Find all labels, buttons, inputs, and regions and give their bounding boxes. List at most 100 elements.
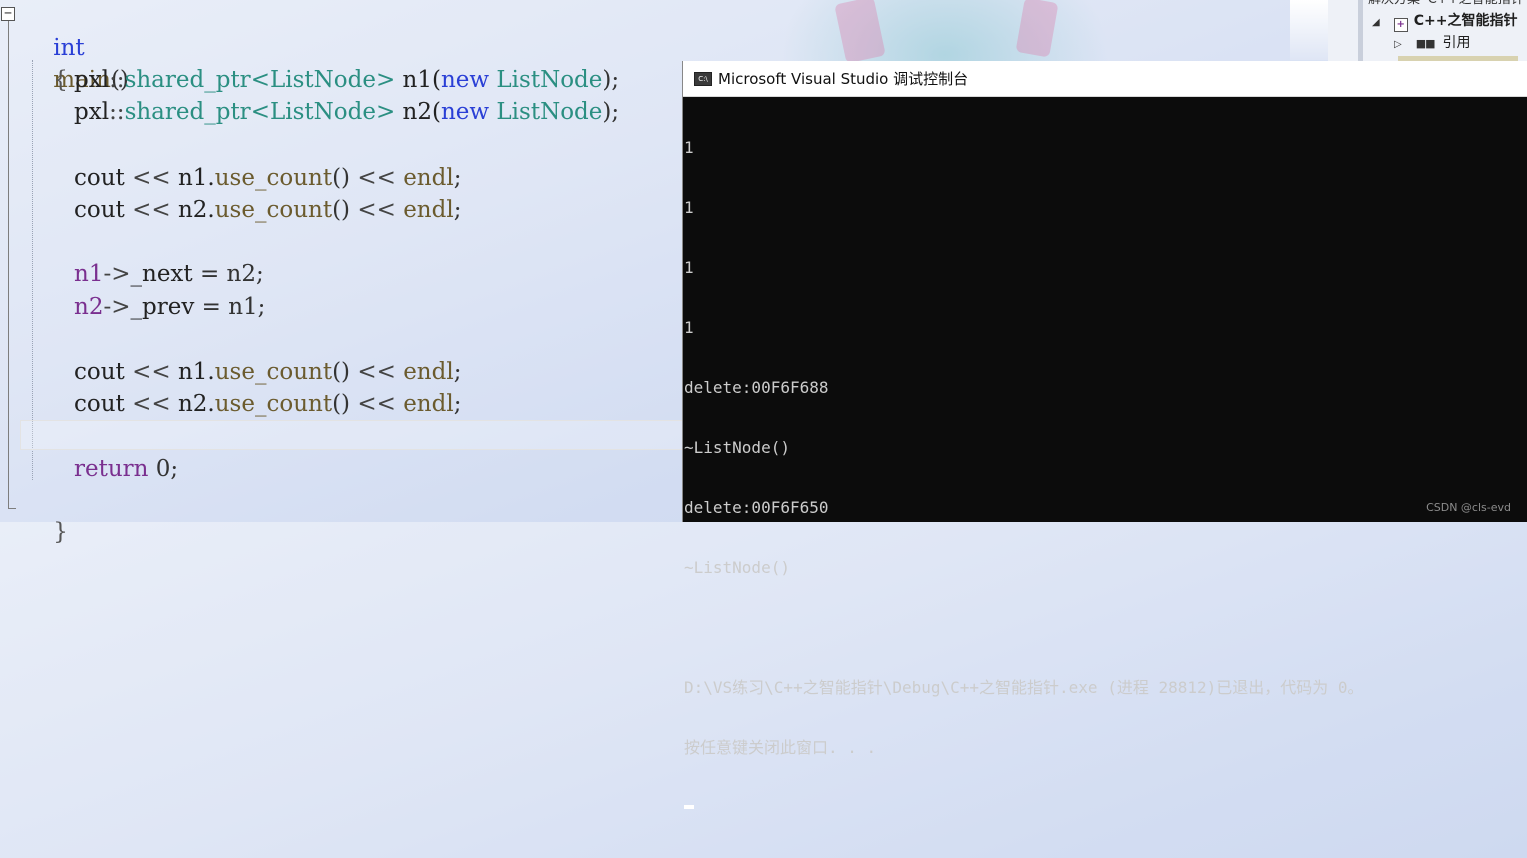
punctuation-token: ); — [602, 99, 620, 125]
project-icon: + — [1393, 18, 1408, 32]
identifier-token: endl — [403, 165, 454, 191]
collapse-toggle-icon[interactable]: − — [1, 7, 15, 21]
text-cursor — [684, 805, 694, 809]
type-token: ListNode — [489, 99, 603, 125]
identifier-token: n2 — [74, 294, 104, 320]
fold-guide-line — [8, 21, 9, 509]
expand-arrow-icon[interactable]: ◢ — [1372, 14, 1380, 32]
code-line[interactable]: pxl::shared_ptr<ListNode> n2(new ListNod… — [74, 96, 619, 128]
fold-guide-end — [8, 508, 16, 509]
identifier-token: n2. — [177, 197, 215, 223]
code-line[interactable]: cout << n2.use_count() << endl; — [74, 194, 461, 226]
keyword-token: new — [440, 67, 490, 93]
operator-token: << — [350, 197, 404, 223]
template-token: shared_ptr — [124, 99, 251, 125]
operator-token: << — [124, 391, 178, 417]
identifier-token: n1. — [177, 165, 215, 191]
punctuation-token: ; — [453, 197, 462, 223]
console-output[interactable]: 1 1 1 1 delete:00F6F688 ~ListNode() dele… — [684, 98, 1364, 858]
brace-token: { — [53, 67, 68, 93]
console-output-line: D:\VS练习\C++之智能指针\Debug\C++之智能指针.exe (进程 … — [684, 678, 1364, 697]
identifier-token: cout — [74, 197, 125, 223]
operator-token: -> — [103, 294, 131, 320]
variable-token: n1( — [395, 67, 441, 93]
console-output-line: 1 — [684, 198, 694, 217]
punctuation-token: ; — [453, 359, 462, 385]
namespace-token: pxl — [74, 99, 110, 125]
type-token: ListNode — [269, 67, 376, 93]
keyword-token: new — [440, 99, 490, 125]
angle-bracket-token: < — [250, 99, 270, 125]
code-line[interactable]: int main() — [24, 0, 129, 93]
method-token: use_count — [214, 197, 333, 223]
identifier-token: endl — [403, 391, 454, 417]
solution-explorer: 解决方案 'C++之智能指针' ◢ + C++之智能指针 ▷ ■■ 引用 — [1328, 0, 1527, 62]
punctuation-token: () — [332, 391, 351, 417]
punctuation-token: ); — [602, 67, 620, 93]
keyword-token: return — [74, 456, 149, 482]
operator-token: -> — [103, 261, 131, 287]
operator-token: << — [124, 197, 178, 223]
identifier-token: n1. — [177, 359, 215, 385]
variable-token: n2( — [395, 99, 441, 125]
console-title: Microsoft Visual Studio 调试控制台 — [718, 70, 969, 88]
code-line[interactable]: cout << n1.use_count() << endl; — [74, 162, 461, 194]
operator-token: :: — [109, 67, 125, 93]
code-line[interactable]: } — [24, 484, 68, 545]
operator-token: << — [124, 165, 178, 191]
project-row[interactable]: ◢ + C++之智能指针 — [1372, 12, 1517, 32]
debug-console-window[interactable]: C:\ Microsoft Visual Studio 调试控制台 1 1 1 … — [682, 61, 1527, 809]
punctuation-token: () — [332, 359, 351, 385]
expression-token: = n2; — [192, 261, 264, 287]
code-line[interactable]: n2->_prev = n1; — [74, 291, 265, 323]
console-output-line: delete:00F6F650 — [684, 498, 829, 517]
code-line[interactable]: n1->_next = n2; — [74, 258, 264, 290]
code-line[interactable]: pxl::shared_ptr<ListNode> n1(new ListNod… — [74, 64, 619, 96]
identifier-token: n1 — [74, 261, 104, 287]
member-token: _prev — [130, 294, 195, 320]
operator-token: << — [350, 359, 404, 385]
operator-token: << — [124, 359, 178, 385]
identifier-token: endl — [403, 359, 454, 385]
explorer-scroll-edge — [1358, 0, 1363, 62]
code-line[interactable]: return 0; — [74, 453, 178, 485]
identifier-token: endl — [403, 197, 454, 223]
console-app-icon: C:\ — [694, 72, 712, 86]
console-output-line: 按任意键关闭此窗口. . . — [684, 738, 877, 757]
punctuation-token: ; — [453, 165, 462, 191]
references-label: 引用 — [1442, 35, 1471, 51]
identifier-token: cout — [74, 165, 125, 191]
code-line[interactable]: cout << n1.use_count() << endl; — [74, 356, 461, 388]
references-row[interactable]: ▷ ■■ 引用 — [1394, 34, 1471, 52]
method-token: use_count — [214, 165, 333, 191]
operator-token: << — [350, 165, 404, 191]
solution-row[interactable]: 解决方案 'C++之智能指针' — [1368, 0, 1527, 8]
console-output-line: 1 — [684, 318, 694, 337]
punctuation-token: ; — [453, 391, 462, 417]
method-token: use_count — [214, 391, 333, 417]
identifier-token: cout — [74, 391, 125, 417]
type-token: ListNode — [489, 67, 603, 93]
punctuation-token: () — [332, 197, 351, 223]
angle-bracket-token: > — [375, 67, 396, 93]
operator-token: :: — [109, 99, 125, 125]
console-output-line: 1 — [684, 138, 694, 157]
template-token: shared_ptr — [124, 67, 251, 93]
angle-bracket-token: < — [250, 67, 270, 93]
identifier-token: cout — [74, 359, 125, 385]
code-line[interactable]: { — [24, 32, 68, 93]
collapse-arrow-icon[interactable]: ▷ — [1394, 36, 1402, 54]
member-token: _next — [130, 261, 193, 287]
angle-bracket-token: > — [375, 99, 396, 125]
code-line[interactable]: cout << n2.use_count() << endl; — [74, 388, 461, 420]
console-cursor-line — [684, 798, 1364, 818]
expression-token: 0; — [148, 456, 179, 482]
current-line-highlight — [20, 420, 684, 450]
operator-token: << — [350, 391, 404, 417]
console-titlebar[interactable]: C:\ Microsoft Visual Studio 调试控制台 — [683, 61, 1527, 97]
watermark: CSDN @cls-evd — [1426, 501, 1511, 514]
method-token: use_count — [214, 359, 333, 385]
console-output-line: delete:00F6F688 — [684, 378, 829, 397]
punctuation-token: () — [332, 165, 351, 191]
